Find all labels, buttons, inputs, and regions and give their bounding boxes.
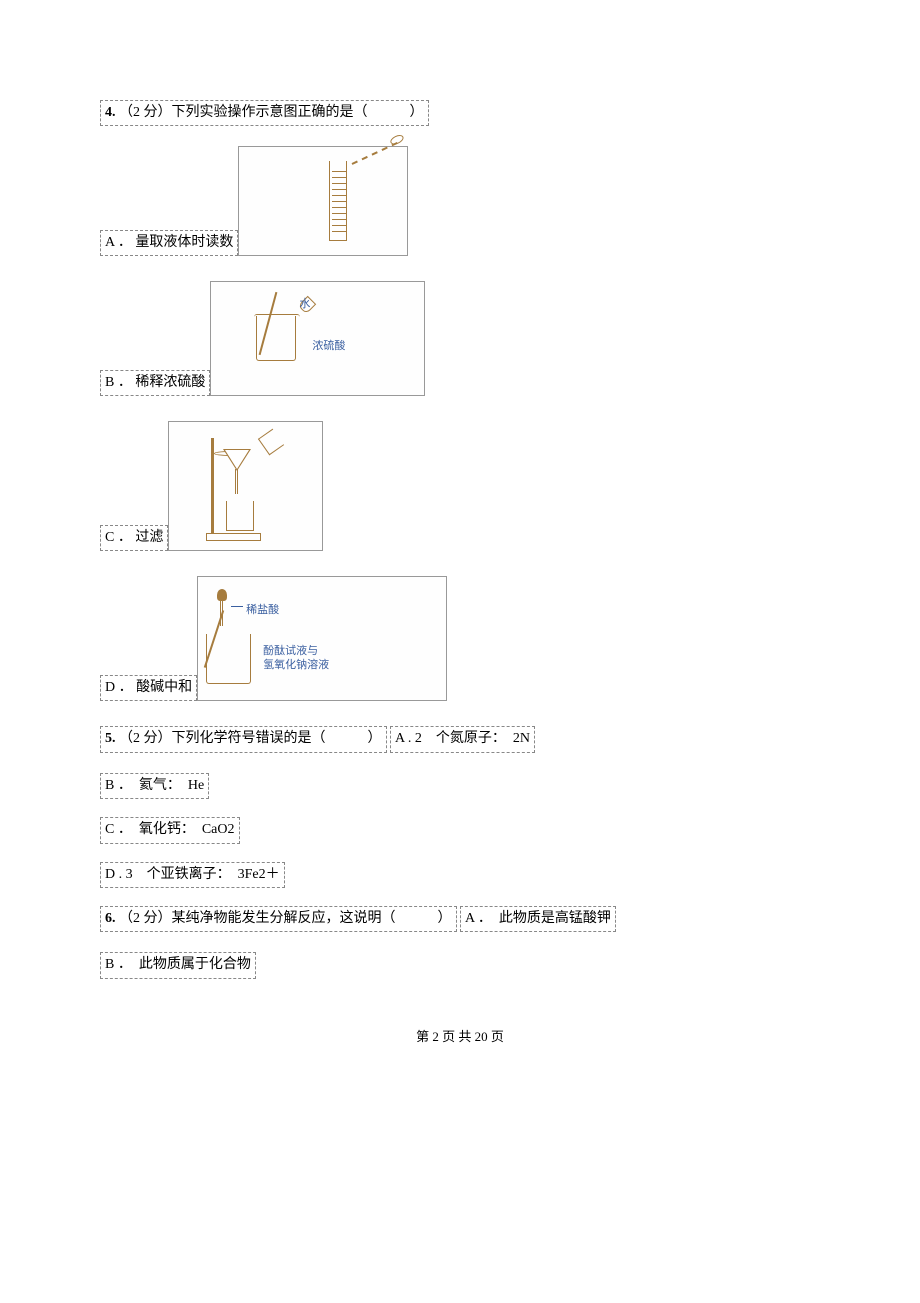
q6-points: （2 分）: [119, 911, 172, 926]
q4-option-d-label: D ． 酸碱中和: [100, 675, 197, 701]
question-6-stem: 6. （2 分）某纯净物能发生分解反应，这说明（ ）: [100, 906, 457, 932]
sight-line: [352, 142, 398, 165]
question-4-stem: 4. （2 分）下列实验操作示意图正确的是（ ）: [100, 100, 429, 126]
q5-stem-text: 下列化学符号错误的是（ ）: [172, 731, 382, 746]
arrow-icon: [231, 606, 243, 607]
q4-optD-text: 酸碱中和: [136, 680, 192, 695]
acid-label: 浓硫酸: [312, 338, 345, 356]
q4-optB-letter: B ．: [105, 375, 132, 390]
neutralization-apparatus-icon: 稀盐酸 酚酞试液与 氢氧化钠溶液: [198, 584, 378, 694]
page-footer: 第 2 页 共 20 页: [100, 1027, 820, 1048]
q5-points: （2 分）: [119, 731, 172, 746]
water-label: 水: [299, 296, 310, 314]
mixture-label: 酚酞试液与 氢氧化钠溶液: [263, 644, 329, 673]
q4-option-d-row: D ． 酸碱中和 稀盐酸 酚酞试液与 氢氧化钠溶液: [100, 576, 820, 701]
q4-optA-text: 量取液体时读数: [135, 235, 233, 250]
q4-optD-image: 稀盐酸 酚酞试液与 氢氧化钠溶液: [197, 576, 447, 701]
q4-stem-text: 下列实验操作示意图正确的是（ ）: [172, 105, 424, 120]
q5-option-c: C ． 氧化钙： CaO2: [100, 817, 240, 843]
q5-option-a: A . 2 个氮原子： 2N: [390, 726, 535, 752]
eye-icon: [389, 134, 405, 147]
q4-option-a-label: A ． 量取液体时读数: [100, 230, 238, 256]
q4-option-b-row: B ． 稀释浓硫酸 水 浓硫酸: [100, 281, 820, 396]
q4-optB-image: 水 浓硫酸: [210, 281, 425, 396]
filter-apparatus-icon: [201, 431, 291, 541]
cylinder-icon: [329, 161, 347, 241]
hcl-label: 稀盐酸: [246, 602, 279, 620]
beaker-spout: [254, 314, 300, 320]
q4-optA-image: [238, 146, 408, 256]
q4-optD-letter: D ．: [105, 680, 133, 695]
receiving-beaker: [226, 501, 254, 531]
mix-line1: 酚酞试液与: [263, 645, 318, 657]
q6-number: 6.: [105, 911, 116, 926]
q6-option-b: B ． 此物质属于化合物: [100, 952, 256, 978]
q4-option-a-row: A ． 量取液体时读数: [100, 146, 820, 256]
mix-line2: 氢氧化钠溶液: [263, 659, 329, 671]
stand-base: [206, 533, 261, 541]
q5-option-b: B ． 氦气： He: [100, 773, 209, 799]
q4-optB-text: 稀释浓硫酸: [135, 375, 205, 390]
q4-points: （2 分）: [119, 105, 172, 120]
q4-option-b-label: B ． 稀释浓硫酸: [100, 370, 210, 396]
q4-optC-text: 过滤: [135, 530, 163, 545]
q5-number: 5.: [105, 731, 116, 746]
q4-option-c-row: C ． 过滤: [100, 421, 820, 551]
pouring-beaker: [258, 429, 284, 456]
q5-option-d: D . 3 个亚铁离子： 3Fe2＋: [100, 862, 285, 888]
question-5-stem: 5. （2 分）下列化学符号错误的是（ ）: [100, 726, 387, 752]
q4-optA-letter: A ．: [105, 235, 132, 250]
q6-option-a: A ． 此物质是高锰酸钾: [460, 906, 616, 932]
glass-rod-icon: [259, 292, 278, 355]
q6-stem-text: 某纯净物能发生分解反应，这说明（ ）: [172, 911, 452, 926]
beaker-icon: 水 浓硫酸: [256, 316, 296, 361]
q4-number: 4.: [105, 105, 116, 120]
q4-optC-image: [168, 421, 323, 551]
funnel-inner: [225, 450, 249, 469]
q4-optC-letter: C ．: [105, 530, 132, 545]
graduation-marks: [332, 166, 346, 235]
q4-option-c-label: C ． 过滤: [100, 525, 168, 551]
funnel-stem: [235, 469, 238, 494]
dropper-bulb: [217, 589, 227, 601]
